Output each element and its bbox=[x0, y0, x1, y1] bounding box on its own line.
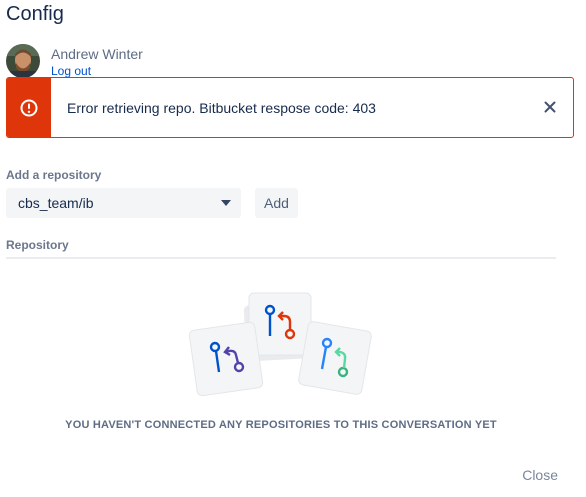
avatar bbox=[6, 44, 40, 78]
divider bbox=[6, 257, 556, 259]
page-title: Config bbox=[6, 3, 64, 25]
repository-select[interactable]: cbs_team/ib bbox=[6, 188, 241, 218]
user-name: Andrew Winter bbox=[51, 46, 143, 62]
logout-link[interactable]: Log out bbox=[51, 64, 91, 78]
close-icon[interactable] bbox=[543, 100, 557, 114]
empty-state-message: YOU HAVEN'T CONNECTED ANY REPOSITORIES T… bbox=[65, 419, 497, 431]
error-icon bbox=[20, 99, 38, 117]
repository-select-value: cbs_team/ib bbox=[18, 195, 94, 211]
chevron-down-icon bbox=[221, 200, 231, 206]
error-message: Error retrieving repo. Bitbucket respose… bbox=[67, 100, 376, 116]
close-button[interactable]: Close bbox=[522, 467, 558, 483]
error-flag-sidebar bbox=[7, 78, 51, 137]
add-button[interactable]: Add bbox=[255, 188, 298, 218]
repository-label: Repository bbox=[6, 238, 69, 252]
error-flag: Error retrieving repo. Bitbucket respose… bbox=[6, 77, 574, 138]
add-repository-label: Add a repository bbox=[6, 168, 102, 182]
repositories-illustration-icon bbox=[188, 292, 372, 397]
avatar-image bbox=[6, 44, 40, 78]
